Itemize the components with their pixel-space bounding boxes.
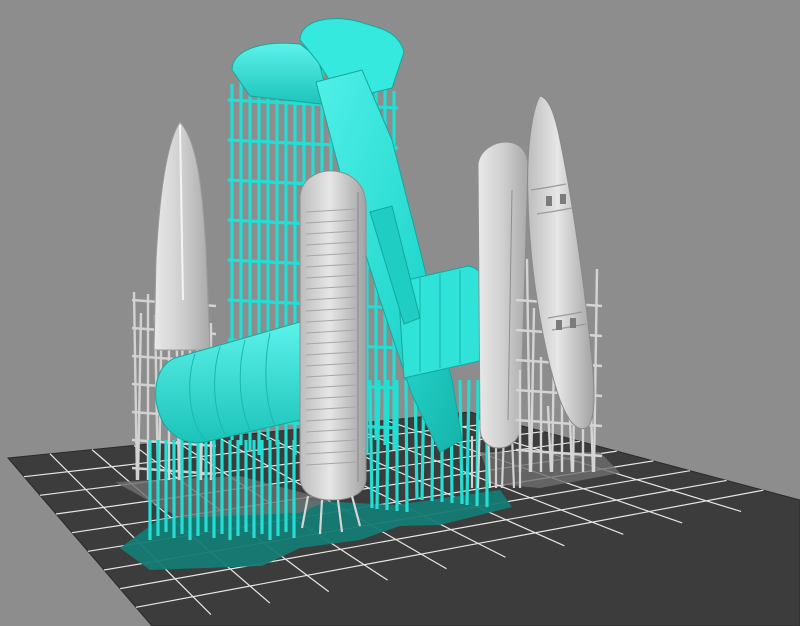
fuselage-body [527,95,595,430]
model-fuselage-right[interactable] [515,95,603,473]
model-upright-wing-panel[interactable] [299,170,367,535]
scene-canvas[interactable] [0,0,800,626]
upright-panel-body [299,170,367,501]
3d-viewport[interactable] [0,0,800,626]
